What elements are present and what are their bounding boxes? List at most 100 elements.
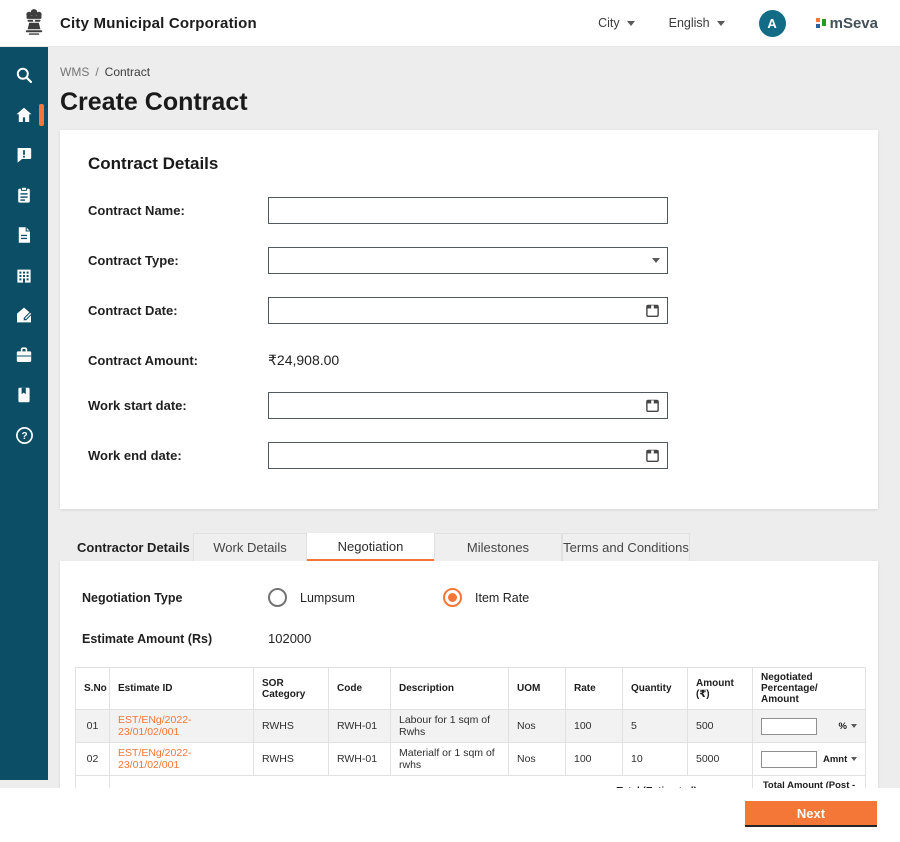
city-dropdown-label: City bbox=[598, 16, 620, 30]
breadcrumb: WMS / Contract bbox=[60, 65, 878, 79]
mseva-logo-icon bbox=[816, 18, 827, 31]
home-icon bbox=[15, 106, 33, 124]
negotiation-type-row: Negotiation Type Lumpsum Item Rate bbox=[75, 588, 865, 607]
next-button[interactable]: Next bbox=[745, 801, 877, 827]
chevron-down-icon bbox=[627, 21, 635, 26]
sidebar-item-works[interactable] bbox=[0, 335, 48, 375]
cell-code: RWH-01 bbox=[329, 743, 391, 776]
negotiated-value-input[interactable] bbox=[761, 718, 817, 735]
work-start-label: Work start date: bbox=[88, 398, 268, 413]
table-row: 02 EST/ENg/2022-23/01/02/001 RWHS RWH-01… bbox=[76, 743, 866, 776]
cell-rate: 100 bbox=[566, 710, 623, 743]
user-avatar[interactable]: A bbox=[759, 10, 786, 37]
estimate-id-link[interactable]: EST/ENg/2022-23/01/02/001 bbox=[118, 747, 192, 771]
estimate-amount-value: 102000 bbox=[268, 631, 311, 646]
cell-quantity: 10 bbox=[623, 743, 688, 776]
field-row-contract-name: Contract Name: bbox=[88, 197, 850, 224]
col-header-sno: S.No bbox=[76, 668, 110, 710]
tab-work-details[interactable]: Work Details bbox=[193, 533, 307, 561]
estimate-id-link[interactable]: EST/ENg/2022-23/01/02/001 bbox=[118, 714, 192, 738]
chevron-down-icon bbox=[717, 21, 725, 26]
building-icon bbox=[15, 266, 33, 284]
contract-date-input[interactable] bbox=[269, 298, 667, 323]
help-icon: ? bbox=[15, 426, 34, 445]
footer-empty-cell bbox=[76, 776, 110, 789]
sidebar-item-search[interactable] bbox=[0, 55, 48, 95]
tab-contractor-details[interactable]: Contractor Details bbox=[60, 533, 193, 561]
total-post-negotiation-label: Total Amount (Post -negotiation) bbox=[753, 776, 866, 789]
contract-details-heading: Contract Details bbox=[88, 154, 850, 174]
radio-selected-icon[interactable] bbox=[443, 588, 462, 607]
cell-uom: Nos bbox=[509, 710, 566, 743]
calendar-icon[interactable] bbox=[645, 398, 660, 413]
field-row-work-start: Work start date: bbox=[88, 392, 850, 419]
language-dropdown[interactable]: English bbox=[669, 16, 725, 30]
city-dropdown[interactable]: City bbox=[598, 16, 635, 30]
radio-item-rate[interactable]: Item Rate bbox=[443, 588, 529, 607]
tab-negotiation[interactable]: Negotiation bbox=[307, 533, 434, 561]
cell-rate: 100 bbox=[566, 743, 623, 776]
work-start-input[interactable] bbox=[269, 393, 667, 418]
calendar-icon[interactable] bbox=[645, 303, 660, 318]
app-title: City Municipal Corporation bbox=[60, 15, 257, 32]
table-footer-row: Total (Estimated) Total Amount (Post -ne… bbox=[76, 776, 866, 789]
negotiated-unit-label: Amnt bbox=[823, 754, 847, 765]
negotiated-value-input[interactable] bbox=[761, 751, 817, 768]
col-header-amount: Amount (₹) bbox=[688, 668, 753, 710]
work-end-input[interactable] bbox=[269, 443, 667, 468]
sidebar-item-municipal[interactable] bbox=[0, 255, 48, 295]
table-header-row: S.No Estimate ID SOR Category Code Descr… bbox=[76, 668, 866, 710]
document-icon bbox=[15, 226, 33, 244]
cell-code: RWH-01 bbox=[329, 710, 391, 743]
breadcrumb-separator: / bbox=[95, 65, 98, 79]
cell-quantity: 5 bbox=[623, 710, 688, 743]
sidebar-item-home[interactable] bbox=[0, 95, 48, 135]
cell-sor-category: RWHS bbox=[254, 710, 329, 743]
contract-amount-label: Contract Amount: bbox=[88, 353, 268, 368]
col-header-estimate-id: Estimate ID bbox=[110, 668, 254, 710]
estimate-amount-row: Estimate Amount (Rs) 102000 bbox=[75, 631, 865, 646]
negotiated-unit-dropdown[interactable]: Amnt bbox=[823, 754, 857, 765]
sidebar-item-tasks[interactable] bbox=[0, 175, 48, 215]
sidebar-item-documents[interactable] bbox=[0, 215, 48, 255]
contract-type-input[interactable] bbox=[269, 248, 667, 273]
contract-type-select[interactable] bbox=[268, 247, 668, 274]
calendar-icon[interactable] bbox=[645, 448, 660, 463]
cell-amount: 5000 bbox=[688, 743, 753, 776]
field-row-contract-type: Contract Type: bbox=[88, 247, 850, 274]
contract-tabs: Contractor Details Work Details Negotiat… bbox=[60, 533, 878, 561]
col-header-sor-category: SOR Category bbox=[254, 668, 329, 710]
estimate-amount-label: Estimate Amount (Rs) bbox=[82, 632, 268, 646]
col-header-quantity: Quantity bbox=[623, 668, 688, 710]
radio-item-rate-label: Item Rate bbox=[475, 591, 529, 605]
mseva-logo: mSeva bbox=[816, 15, 878, 32]
breadcrumb-wms[interactable]: WMS bbox=[60, 65, 89, 79]
work-end-field[interactable] bbox=[268, 442, 668, 469]
sidebar-item-property[interactable] bbox=[0, 295, 48, 335]
negotiated-unit-dropdown[interactable]: % bbox=[839, 721, 857, 732]
search-icon bbox=[15, 66, 33, 84]
cell-description: Materialf or 1 sqm of rwhs bbox=[391, 743, 509, 776]
tab-milestones[interactable]: Milestones bbox=[434, 533, 562, 561]
cell-uom: Nos bbox=[509, 743, 566, 776]
col-header-code: Code bbox=[329, 668, 391, 710]
sidebar-item-reports[interactable] bbox=[0, 375, 48, 415]
chevron-down-icon bbox=[851, 757, 857, 761]
sidebar-item-help[interactable]: ? bbox=[0, 415, 48, 455]
contract-date-field[interactable] bbox=[268, 297, 668, 324]
radio-unselected-icon[interactable] bbox=[268, 588, 287, 607]
sidebar-item-complaints[interactable] bbox=[0, 135, 48, 175]
national-emblem-icon bbox=[20, 7, 48, 39]
radio-lumpsum[interactable]: Lumpsum bbox=[268, 588, 443, 607]
col-header-negotiated: Negotiated Percentage/ Amount bbox=[753, 668, 866, 710]
clipboard-icon bbox=[15, 186, 33, 204]
work-start-field[interactable] bbox=[268, 392, 668, 419]
main-region: ? WMS / Contract Create Contract Contrac… bbox=[0, 47, 900, 788]
page-title: Create Contract bbox=[60, 88, 878, 117]
negotiated-cell: % bbox=[761, 718, 857, 735]
contract-name-input[interactable] bbox=[269, 198, 667, 223]
sidebar: ? bbox=[0, 47, 48, 780]
chevron-down-icon[interactable] bbox=[652, 258, 660, 263]
tab-terms-and-conditions[interactable]: Terms and Conditions bbox=[562, 533, 690, 561]
field-row-work-end: Work end date: bbox=[88, 442, 850, 469]
